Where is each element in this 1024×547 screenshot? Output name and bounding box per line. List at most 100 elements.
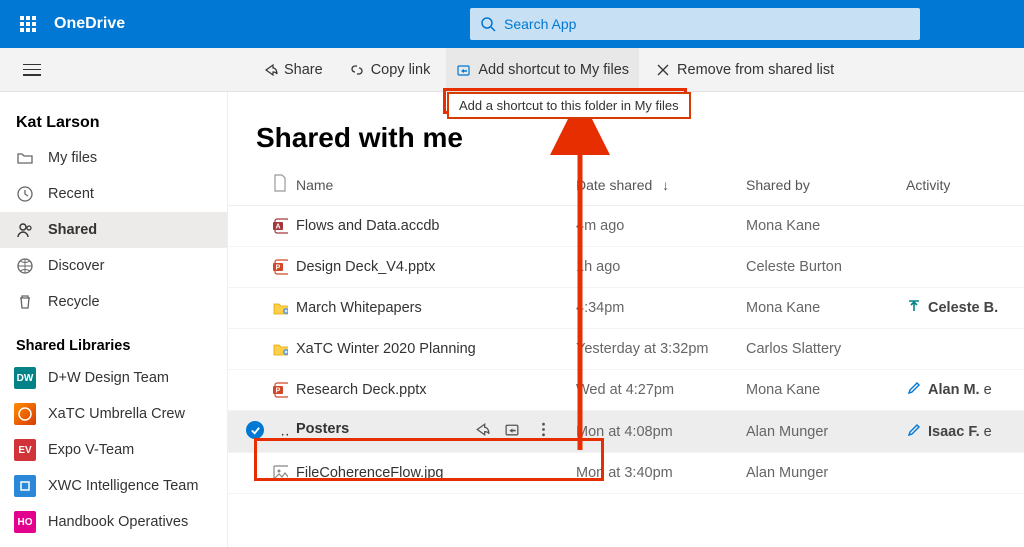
table-row[interactable]: XaTC Winter 2020 PlanningYesterday at 3:…: [228, 329, 1024, 370]
waffle-icon: [20, 16, 36, 32]
col-name-header[interactable]: Name: [288, 164, 568, 206]
hamburger-icon: [23, 64, 41, 76]
library-label: XWC Intelligence Team: [48, 478, 198, 494]
library-icon: HO: [14, 511, 36, 533]
file-name: Flows and Data.accdb: [296, 218, 439, 234]
file-type-icon: [272, 298, 288, 318]
table-row[interactable]: PResearch Deck.pptxWed at 4:27pmMona Kan…: [228, 370, 1024, 411]
library-item[interactable]: XaTC Umbrella Crew: [0, 396, 227, 432]
col-date-label: Date shared: [576, 177, 652, 193]
add-shortcut-tooltip: Add a shortcut to this folder in My file…: [447, 92, 691, 119]
search-input[interactable]: Search App: [470, 8, 920, 40]
file-icon: [272, 174, 288, 192]
svg-text:P: P: [276, 388, 281, 395]
shared-by: Celeste Burton: [738, 247, 898, 288]
upload-icon: [906, 298, 922, 318]
file-type-icon: [272, 463, 288, 483]
nav-label: My files: [48, 150, 97, 166]
share-icon: [262, 62, 278, 78]
row-more-button[interactable]: [535, 421, 552, 442]
copy-link-label: Copy link: [371, 62, 431, 78]
file-type-icon: A: [272, 216, 288, 236]
file-name: Design Deck_V4.pptx: [296, 259, 435, 275]
nav-shared[interactable]: Shared: [0, 212, 227, 248]
table-row[interactable]: FileCoherenceFlow.jpg Mon at 3:40pmAlan M…: [228, 453, 1024, 494]
remove-shared-label: Remove from shared list: [677, 62, 834, 78]
edit-icon: [906, 380, 922, 400]
shared-by: Mona Kane: [738, 206, 898, 247]
link-icon: [349, 62, 365, 78]
nav-toggle-button[interactable]: [12, 64, 52, 76]
library-item[interactable]: XWC Intelligence Team: [0, 468, 227, 504]
shared-libraries-header: Shared Libraries: [0, 320, 227, 360]
activity-cell: [898, 329, 1024, 370]
sidebar: Kat Larson My files Recent Shared Discov…: [0, 92, 228, 547]
nav-discover[interactable]: Discover: [0, 248, 227, 284]
file-type-icon: [272, 339, 288, 359]
search-icon: [480, 16, 496, 32]
date-shared: Mon at 3:40pm: [568, 453, 738, 494]
file-type-icon: P: [272, 380, 288, 400]
command-bar: Share Copy link Add shortcut to My files…: [0, 48, 1024, 92]
add-shortcut-button[interactable]: Add shortcut to My files: [446, 48, 639, 91]
clock-icon: [16, 185, 34, 203]
row-share-button[interactable]: [473, 421, 490, 442]
table-row[interactable]: PostersMon at 4:08pmAlan MungerIsaac F. …: [228, 411, 1024, 453]
col-date-header[interactable]: Date shared ↓: [568, 164, 738, 206]
col-icon-header[interactable]: [228, 164, 288, 206]
nav-recycle[interactable]: Recycle: [0, 284, 227, 320]
activity-cell: [898, 247, 1024, 288]
file-name: March Whitepapers: [296, 300, 422, 316]
row-shortcut-button[interactable]: [504, 421, 521, 442]
col-activity-header[interactable]: Activity: [898, 164, 1024, 206]
selected-check-icon[interactable]: [246, 421, 264, 439]
close-icon: [655, 62, 671, 78]
shared-by: Alan Munger: [738, 453, 898, 494]
date-shared: 4m ago: [568, 206, 738, 247]
add-shortcut-icon: [456, 62, 472, 78]
file-name: FileCoherenceFlow.jpg: [296, 465, 444, 481]
remove-shared-button[interactable]: Remove from shared list: [645, 48, 844, 91]
date-shared: 1h ago: [568, 247, 738, 288]
nav-label: Discover: [48, 258, 104, 274]
folder-icon: [16, 149, 34, 167]
add-shortcut-label: Add shortcut to My files: [478, 62, 629, 78]
library-icon: [14, 475, 36, 497]
file-type-icon: P: [272, 257, 288, 277]
table-row[interactable]: March Whitepapers4:34pmMona KaneCeleste …: [228, 288, 1024, 329]
shared-by: Carlos Slattery: [738, 329, 898, 370]
library-label: XaTC Umbrella Crew: [48, 406, 185, 422]
table-row[interactable]: P Design Deck_V4.pptx 1h agoCeleste Burton: [228, 247, 1024, 288]
col-by-header[interactable]: Shared by: [738, 164, 898, 206]
trash-icon: [16, 293, 34, 311]
shared-by: Mona Kane: [738, 370, 898, 411]
nav-label: Recycle: [48, 294, 100, 310]
library-item[interactable]: DWD+W Design Team: [0, 360, 227, 396]
library-item[interactable]: HOHandbook Operatives: [0, 504, 227, 540]
nav-label: Shared: [48, 222, 97, 238]
table-row[interactable]: A Flows and Data.accdb 4m agoMona Kane: [228, 206, 1024, 247]
file-name: Research Deck.pptx: [296, 382, 427, 398]
file-name: XaTC Winter 2020 Planning: [296, 341, 476, 357]
copy-link-button[interactable]: Copy link: [339, 48, 441, 91]
shared-by: Mona Kane: [738, 288, 898, 329]
library-item[interactable]: EVExpo V-Team: [0, 432, 227, 468]
table-header-row: Name Date shared ↓ Shared by Activity: [228, 164, 1024, 206]
svg-text:P: P: [276, 265, 281, 272]
app-title: OneDrive: [54, 15, 125, 33]
app-launcher-button[interactable]: [8, 0, 48, 48]
share-label: Share: [284, 62, 323, 78]
nav-recent[interactable]: Recent: [0, 176, 227, 212]
nav-label: Recent: [48, 186, 94, 202]
file-name: Posters: [296, 421, 349, 437]
library-icon: DW: [14, 367, 36, 389]
nav-my-files[interactable]: My files: [0, 140, 227, 176]
activity-cell: [898, 453, 1024, 494]
activity-cell: [898, 206, 1024, 247]
share-button[interactable]: Share: [252, 48, 333, 91]
library-icon: EV: [14, 439, 36, 461]
activity-cell: Alan M. e: [898, 370, 1024, 411]
main-content: Shared with me Name Date shared ↓ Shared…: [228, 92, 1024, 547]
top-bar: OneDrive Search App: [0, 0, 1024, 48]
date-shared: 4:34pm: [568, 288, 738, 329]
